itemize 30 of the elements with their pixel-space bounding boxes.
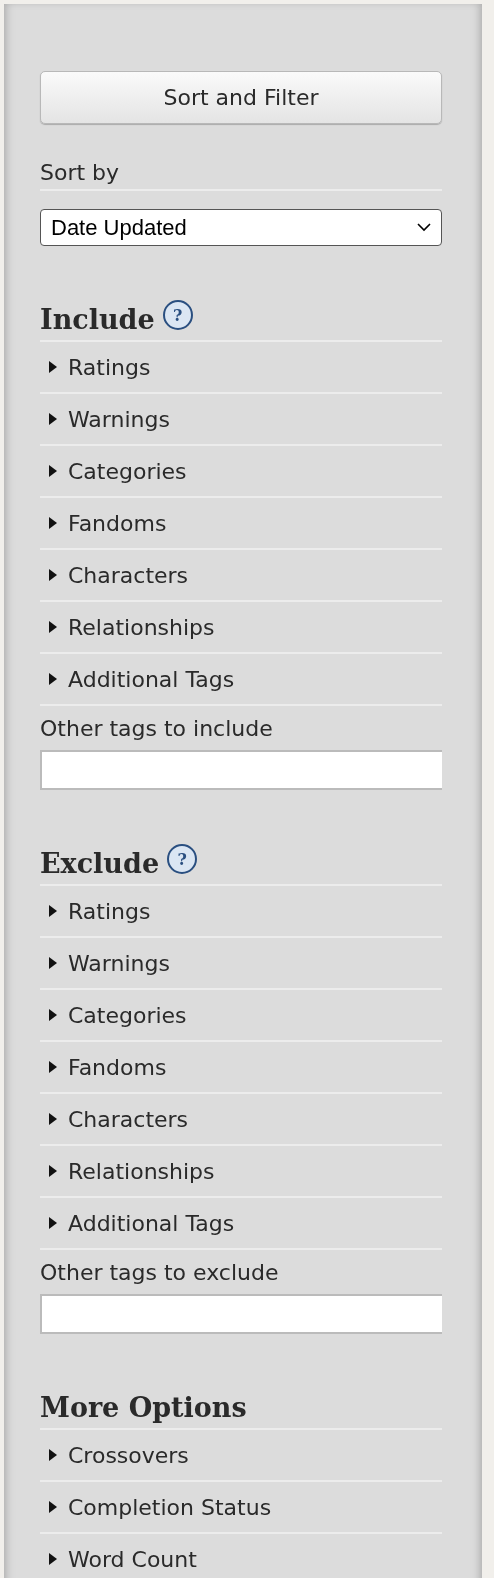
sort-by-label: Sort by: [40, 146, 442, 191]
filter-toggle[interactable]: Fandoms: [40, 1042, 442, 1094]
filter-toggle[interactable]: Categories: [40, 990, 442, 1042]
chevron-icon: [417, 223, 431, 232]
section-heading: More Options: [40, 1391, 247, 1423]
filter-toggle[interactable]: Categories: [40, 446, 442, 498]
sort-by-dropdown[interactable]: Date Updated: [40, 209, 442, 246]
other-tags-label: Other tags to include: [40, 715, 274, 743]
filter-toggle[interactable]: Fandoms: [40, 498, 442, 550]
filter-toggle[interactable]: Characters: [40, 550, 442, 602]
filter-toggle[interactable]: Characters: [40, 1094, 442, 1146]
filter-toggle[interactable]: Completion Status: [40, 1482, 442, 1534]
sort-and-filter-button[interactable]: Sort and Filter: [40, 71, 442, 124]
filter-toggle[interactable]: Ratings: [40, 342, 442, 394]
help-link[interactable]: ?: [167, 844, 198, 874]
other-tags-field[interactable]: [40, 1294, 442, 1334]
filter-toggle[interactable]: Additional Tags: [40, 654, 442, 706]
section-heading: Exclude: [40, 847, 160, 879]
section-heading: Include: [40, 303, 155, 335]
filter-toggle[interactable]: Word Count: [40, 1534, 442, 1578]
other-tags-field[interactable]: [40, 750, 442, 790]
filter-toggle[interactable]: Warnings: [40, 394, 442, 446]
filter-toggle[interactable]: Relationships: [40, 1146, 442, 1198]
filter-toggle[interactable]: Additional Tags: [40, 1198, 442, 1250]
filter-toggle[interactable]: Crossovers: [40, 1430, 442, 1482]
other-tags-label: Other tags to exclude: [40, 1259, 280, 1287]
filter-toggle[interactable]: Warnings: [40, 938, 442, 990]
filter-toggle[interactable]: Relationships: [40, 602, 442, 654]
filter-toggle[interactable]: Ratings: [40, 886, 442, 938]
help-link[interactable]: ?: [162, 300, 193, 330]
